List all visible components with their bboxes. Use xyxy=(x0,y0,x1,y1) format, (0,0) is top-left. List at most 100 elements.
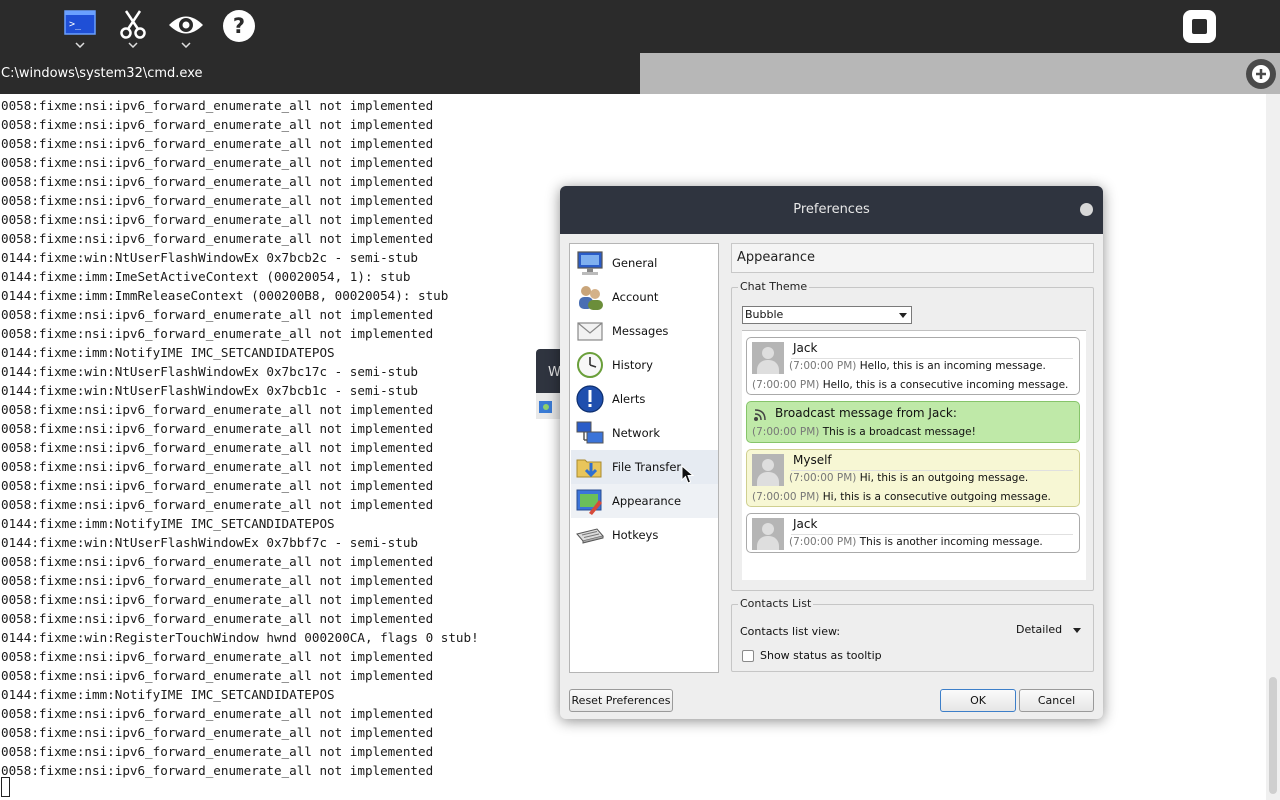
dialog-title: Preferences xyxy=(793,202,870,217)
contacts-view-select[interactable]: Detailed xyxy=(1014,619,1084,641)
text-cursor xyxy=(1,777,10,797)
screenshot-button[interactable] xyxy=(115,8,151,48)
nav-item-file-transfer[interactable]: File Transfer xyxy=(571,450,718,484)
avatar xyxy=(752,454,784,486)
folder-download-icon xyxy=(576,459,602,478)
console-line: 0058:fixme:nsi:ipv6_forward_enumerate_al… xyxy=(1,326,434,341)
chat-theme-select[interactable]: Bubble xyxy=(742,306,912,324)
console-line: 0144:fixme:imm:ImeSetActiveContext (0002… xyxy=(1,269,411,284)
chevron-down-icon[interactable] xyxy=(75,42,85,48)
content-title: Appearance xyxy=(737,250,816,265)
chevron-down-icon[interactable] xyxy=(181,42,191,48)
message-text: This is a broadcast message! xyxy=(822,426,976,438)
keyboard-icon xyxy=(576,528,604,544)
console-line: 0058:fixme:nsi:ipv6_forward_enumerate_al… xyxy=(1,193,434,208)
broadcast-title: Broadcast message from Jack: xyxy=(775,406,957,420)
console-line: 0058:fixme:nsi:ipv6_forward_enumerate_al… xyxy=(1,459,434,474)
console-line: 0058:fixme:nsi:ipv6_forward_enumerate_al… xyxy=(1,231,434,246)
message-bubble-incoming: Jack (7:00:00 PM) Hello, this is an inco… xyxy=(746,337,1080,395)
dropdown-arrow-icon xyxy=(899,313,907,318)
console-line: 0058:fixme:nsi:ipv6_forward_enumerate_al… xyxy=(1,212,434,227)
dialog-titlebar[interactable]: Preferences xyxy=(560,186,1103,234)
ok-button[interactable]: OK xyxy=(940,689,1016,712)
avatar xyxy=(752,518,784,550)
message-line: (7:00:00 PM) This is another incoming me… xyxy=(789,536,1043,548)
nav-label: Messages xyxy=(612,324,669,338)
nav-item-appearance[interactable]: Appearance xyxy=(571,484,718,518)
nav-label: Network xyxy=(612,426,661,440)
help-button[interactable]: ? xyxy=(221,8,257,48)
contacts-view-value: Detailed xyxy=(1016,623,1063,636)
console-line: 0058:fixme:nsi:ipv6_forward_enumerate_al… xyxy=(1,478,434,493)
message-text: Hi, this is a consecutive outgoing messa… xyxy=(822,491,1051,503)
console-line: 0144:fixme:imm:NotifyIME IMC_SETCANDIDAT… xyxy=(1,516,335,531)
chat-theme-group: Chat Theme Bubble Jack (7:00:00 PM) Hell… xyxy=(731,280,1094,591)
preferences-nav: General Account Messages History Alerts … xyxy=(569,243,719,673)
message-text: Hello, this is a consecutive incoming me… xyxy=(822,379,1069,391)
console-line: 0058:fixme:nsi:ipv6_forward_enumerate_al… xyxy=(1,592,434,607)
message-bubble-outgoing: Myself (7:00:00 PM) Hi, this is an outgo… xyxy=(746,449,1080,507)
console-scrollbar[interactable] xyxy=(1266,94,1280,800)
message-text: Hello, this is an incoming message. xyxy=(859,360,1046,372)
console-line: 0144:fixme:imm:NotifyIME IMC_SETCANDIDAT… xyxy=(1,345,335,360)
close-icon[interactable] xyxy=(1080,203,1093,216)
stop-button[interactable] xyxy=(1183,10,1216,43)
console-line: 0058:fixme:nsi:ipv6_forward_enumerate_al… xyxy=(1,611,434,626)
appearance-icon xyxy=(576,489,602,515)
message-time: (7:00:00 PM) xyxy=(752,491,820,503)
nav-item-account[interactable]: Account xyxy=(571,280,718,314)
chevron-down-icon[interactable] xyxy=(128,42,138,48)
plus-icon xyxy=(1252,65,1270,83)
console-line: 0058:fixme:nsi:ipv6_forward_enumerate_al… xyxy=(1,402,434,417)
new-tab-button[interactable] xyxy=(1246,59,1276,89)
message-time: (7:00:00 PM) xyxy=(789,360,857,372)
scrollbar-thumb[interactable] xyxy=(1269,677,1277,794)
console-line: 0144:fixme:win:NtUserFlashWindowEx 0x7bc… xyxy=(1,250,419,265)
nav-label: Account xyxy=(612,290,659,304)
nav-label: Hotkeys xyxy=(612,528,659,542)
console-line: 0058:fixme:nsi:ipv6_forward_enumerate_al… xyxy=(1,497,434,512)
message-time: (7:00:00 PM) xyxy=(752,426,820,438)
users-icon xyxy=(579,286,603,310)
message-text: This is another incoming message. xyxy=(859,536,1043,548)
alert-icon xyxy=(576,385,604,413)
console-line: 0144:fixme:win:NtUserFlashWindowEx 0x7bc… xyxy=(1,383,419,398)
nav-item-network[interactable]: Network xyxy=(571,416,718,450)
console-line: 0144:fixme:win:NtUserFlashWindowEx 0x7bb… xyxy=(1,535,419,550)
sender-name: Jack xyxy=(793,517,818,531)
nav-item-hotkeys[interactable]: Hotkeys xyxy=(571,518,718,552)
avatar xyxy=(752,342,784,374)
console-line: 0144:fixme:imm:NotifyIME IMC_SETCANDIDAT… xyxy=(1,687,335,702)
dropdown-arrow-icon xyxy=(1073,628,1081,633)
nav-item-alerts[interactable]: Alerts xyxy=(571,382,718,416)
show-status-tooltip-checkbox[interactable] xyxy=(742,650,754,662)
reset-preferences-button[interactable]: Reset Preferences xyxy=(569,689,673,712)
nav-item-general[interactable]: General xyxy=(571,246,718,280)
background-window-title: W xyxy=(548,365,561,380)
chat-theme-value: Bubble xyxy=(745,308,784,321)
top-toolbar: >_ ? xyxy=(0,0,1280,53)
terminal-button[interactable]: >_ xyxy=(62,8,98,48)
nav-item-history[interactable]: History xyxy=(571,348,718,382)
view-button[interactable] xyxy=(168,8,204,48)
chat-preview: Jack (7:00:00 PM) Hello, this is an inco… xyxy=(742,330,1086,580)
show-status-tooltip-label: Show status as tooltip xyxy=(760,649,882,662)
console-line: 0058:fixme:nsi:ipv6_forward_enumerate_al… xyxy=(1,307,434,322)
cancel-button[interactable]: Cancel xyxy=(1019,689,1094,712)
console-line: 0058:fixme:nsi:ipv6_forward_enumerate_al… xyxy=(1,744,434,759)
preferences-dialog: Preferences General Account Messages His… xyxy=(560,186,1103,719)
message-time: (7:00:00 PM) xyxy=(789,472,857,484)
message-bubble-incoming: Jack (7:00:00 PM) This is another incomi… xyxy=(746,513,1080,553)
console-line: 0058:fixme:nsi:ipv6_forward_enumerate_al… xyxy=(1,136,434,151)
clock-icon xyxy=(577,352,603,378)
content-header: Appearance xyxy=(731,243,1094,273)
message-bubble-broadcast: Broadcast message from Jack: (7:00:00 PM… xyxy=(746,401,1080,443)
console-line: 0058:fixme:nsi:ipv6_forward_enumerate_al… xyxy=(1,573,434,588)
nav-item-messages[interactable]: Messages xyxy=(571,314,718,348)
tab-cmd[interactable]: C:\windows\system32\cmd.exe xyxy=(0,53,640,94)
network-icon xyxy=(576,421,604,444)
console-line: 0058:fixme:nsi:ipv6_forward_enumerate_al… xyxy=(1,440,434,455)
console-line: 0058:fixme:nsi:ipv6_forward_enumerate_al… xyxy=(1,174,434,189)
chat-theme-title: Chat Theme xyxy=(738,280,810,293)
message-line: (7:00:00 PM) Hi, this is an outgoing mes… xyxy=(789,472,1028,484)
